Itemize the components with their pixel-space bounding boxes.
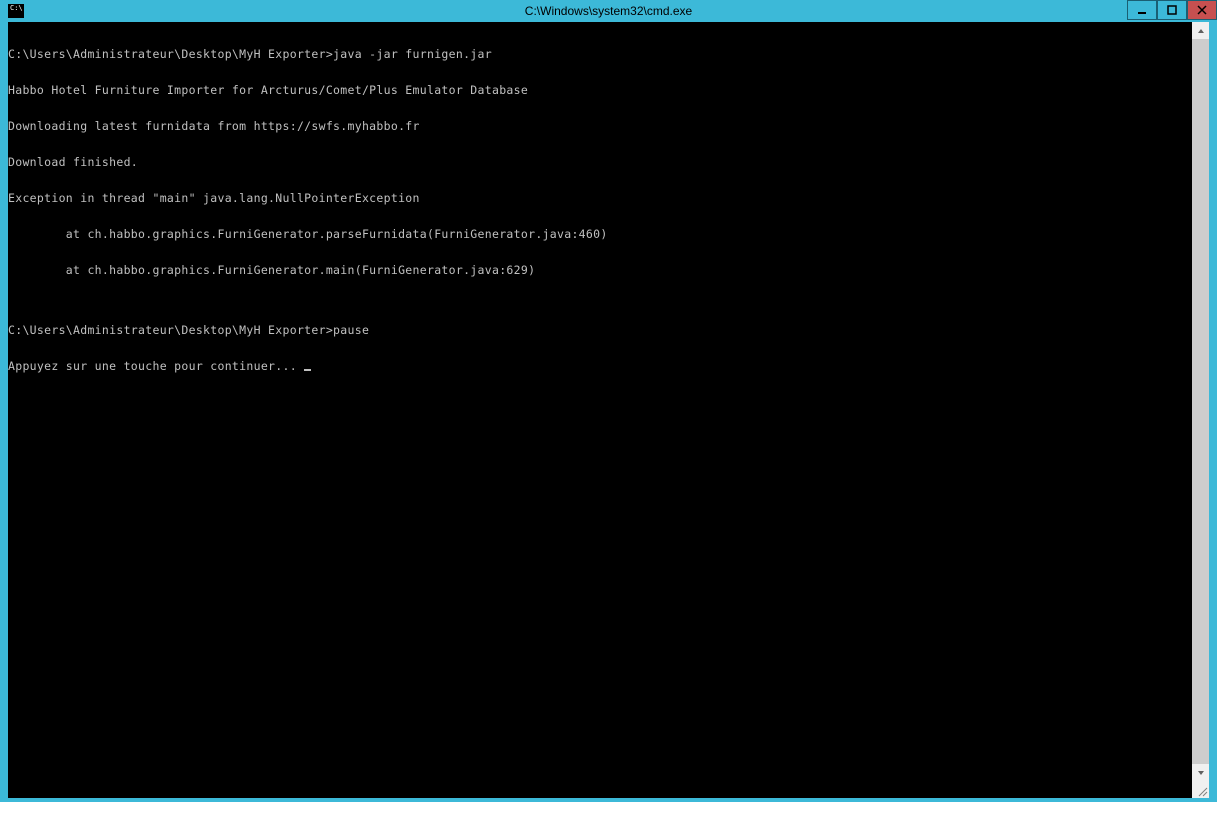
minimize-button[interactable] — [1127, 0, 1157, 20]
chevron-up-icon — [1197, 27, 1205, 35]
scrollbar-thumb[interactable] — [1192, 39, 1209, 764]
console-line: Downloading latest furnidata from https:… — [8, 120, 1209, 132]
cursor — [304, 369, 311, 371]
window-title: C:\Windows\system32\cmd.exe — [525, 4, 692, 18]
console-area: C:\Users\Administrateur\Desktop\MyH Expo… — [0, 22, 1217, 798]
console-line: C:\Users\Administrateur\Desktop\MyH Expo… — [8, 48, 1209, 60]
scroll-up-button[interactable] — [1192, 22, 1209, 39]
console-content: C:\Users\Administrateur\Desktop\MyH Expo… — [8, 22, 1209, 396]
resize-grip[interactable] — [1192, 781, 1209, 798]
cmd-icon: C:\ — [8, 4, 24, 18]
chevron-down-icon — [1197, 769, 1205, 777]
cmd-icon-text: C:\ — [10, 5, 23, 12]
console-line: at ch.habbo.graphics.FurniGenerator.pars… — [8, 228, 1209, 240]
window-controls — [1127, 0, 1217, 20]
maximize-icon — [1167, 5, 1177, 15]
resize-grip-icon — [1196, 785, 1208, 797]
console-line: C:\Users\Administrateur\Desktop\MyH Expo… — [8, 324, 1209, 336]
close-button[interactable] — [1187, 0, 1217, 20]
taskbar-sliver — [0, 802, 1217, 820]
console-line: at ch.habbo.graphics.FurniGenerator.main… — [8, 264, 1209, 276]
console-line: Habbo Hotel Furniture Importer for Arctu… — [8, 84, 1209, 96]
vertical-scrollbar[interactable] — [1192, 22, 1209, 781]
titlebar[interactable]: C:\ C:\Windows\system32\cmd.exe — [0, 0, 1217, 22]
console-line: Appuyez sur une touche pour continuer... — [8, 360, 1209, 372]
console-line: Download finished. — [8, 156, 1209, 168]
console-line: Exception in thread "main" java.lang.Nul… — [8, 192, 1209, 204]
console[interactable]: C:\Users\Administrateur\Desktop\MyH Expo… — [8, 22, 1209, 798]
maximize-button[interactable] — [1157, 0, 1187, 20]
scroll-down-button[interactable] — [1192, 764, 1209, 781]
minimize-icon — [1137, 5, 1147, 15]
close-icon — [1197, 5, 1207, 15]
